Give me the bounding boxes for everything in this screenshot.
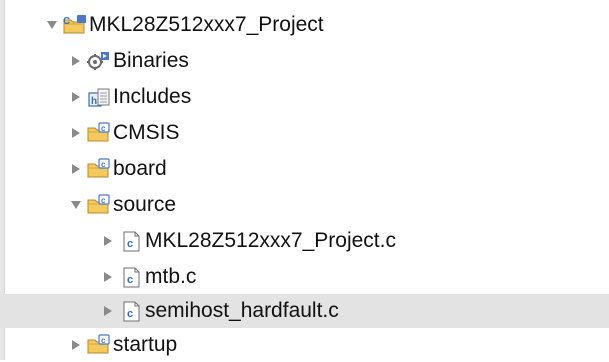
svg-text:c: c	[127, 274, 133, 286]
tree-item-file-semihost-hardfault-c[interactable]: c semihost_hardfault.c	[0, 294, 609, 328]
tree-item-startup[interactable]: c startup	[0, 328, 609, 362]
binaries-icon	[86, 50, 112, 72]
tree-item-label: Binaries	[113, 49, 189, 72]
tree-item-label: CMSIS	[113, 121, 180, 144]
collapsed-arrow-icon[interactable]	[100, 233, 116, 249]
collapsed-arrow-icon[interactable]	[68, 53, 84, 69]
source-folder-icon: c	[86, 158, 112, 180]
project-explorer-tree: C MKL28Z512xxx7_Project Binaries h Inclu…	[0, 0, 609, 360]
source-folder-icon: c	[86, 334, 112, 356]
source-folder-icon: c	[86, 122, 112, 144]
collapsed-arrow-icon[interactable]	[100, 269, 116, 285]
c-file-icon: c	[118, 300, 144, 322]
svg-text:c: c	[101, 336, 106, 345]
tree-item-label: semihost_hardfault.c	[145, 299, 339, 322]
tree-item-source[interactable]: c source	[0, 188, 609, 222]
tree-item-label: board	[113, 157, 167, 180]
tree-item-file-mtb-c[interactable]: c mtb.c	[0, 260, 609, 294]
c-project-folder-icon: C	[62, 14, 88, 36]
svg-text:h: h	[91, 96, 97, 107]
includes-icon: h	[86, 86, 112, 108]
collapsed-arrow-icon[interactable]	[68, 161, 84, 177]
collapsed-arrow-icon[interactable]	[68, 89, 84, 105]
tree-item-label: Includes	[113, 85, 192, 108]
c-file-icon: c	[118, 230, 144, 252]
tree-item-label: startup	[113, 333, 178, 356]
tree-item-project[interactable]: C MKL28Z512xxx7_Project	[0, 8, 609, 42]
tree-item-label: source	[113, 193, 177, 216]
tree-item-file-project-c[interactable]: c MKL28Z512xxx7_Project.c	[0, 224, 609, 258]
source-folder-icon: c	[86, 194, 112, 216]
tree-item-board[interactable]: c board	[0, 152, 609, 186]
svg-text:c: c	[101, 160, 106, 169]
tree-item-includes[interactable]: h Includes	[0, 80, 609, 114]
expanded-arrow-icon[interactable]	[44, 17, 60, 33]
svg-text:c: c	[127, 238, 133, 250]
collapsed-arrow-icon[interactable]	[68, 125, 84, 141]
svg-text:C: C	[63, 16, 70, 27]
svg-text:c: c	[101, 196, 106, 205]
svg-text:c: c	[127, 308, 133, 320]
tree-item-label: MKL28Z512xxx7_Project.c	[145, 229, 396, 252]
tree-item-binaries[interactable]: Binaries	[0, 44, 609, 78]
tree-item-label: mtb.c	[145, 265, 197, 288]
collapsed-arrow-icon[interactable]	[68, 337, 84, 353]
collapsed-arrow-icon[interactable]	[100, 303, 116, 319]
svg-text:c: c	[101, 124, 106, 133]
expanded-arrow-icon[interactable]	[68, 197, 84, 213]
c-file-icon: c	[118, 266, 144, 288]
tree-item-cmsis[interactable]: c CMSIS	[0, 116, 609, 150]
tree-item-label: MKL28Z512xxx7_Project	[89, 13, 324, 36]
